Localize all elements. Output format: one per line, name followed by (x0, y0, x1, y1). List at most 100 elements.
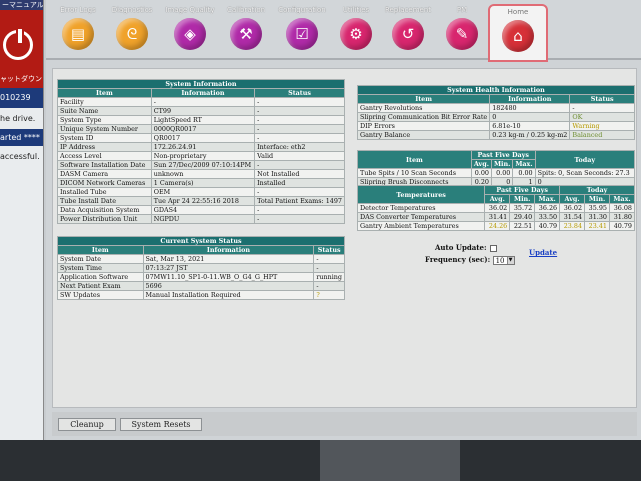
column-header: Today (534, 150, 636, 169)
table-row: DIP Errors 6.81e-10 Warning (356, 121, 635, 131)
table-row: Tube Install Date Tue Apr 24 22:55:16 201… (57, 196, 345, 206)
tool-image-quality[interactable]: Image Quality ◈ (160, 4, 220, 60)
table-cell: Detector Temperatures (356, 203, 486, 213)
temperatures-table: Temperatures Past Five Days Today Avg. M… (356, 185, 636, 231)
column-header: Status (254, 88, 345, 98)
table-row: Installed Tube OEM - (57, 187, 345, 197)
table-cell: Balanced (569, 130, 635, 140)
tool-calibration[interactable]: Calibration ⚒ (216, 4, 276, 60)
sub-header: Max. (608, 194, 636, 204)
table-cell: Valid (254, 151, 345, 161)
target-chart-icon[interactable]: ◈ (174, 18, 206, 50)
power-icon[interactable] (3, 27, 33, 60)
table-cell: - (254, 97, 345, 107)
table-cell: Tube Spits / 10 Scan Seconds (357, 168, 472, 178)
auto-update-label: Auto Update: (435, 243, 487, 252)
sub-header: Max. (512, 159, 536, 169)
table-cell: 23.41 (584, 221, 610, 231)
column-header: Item (57, 88, 152, 98)
tool-replacement[interactable]: Replacement ↺ (378, 4, 438, 60)
tool-diagnostics[interactable]: Diagnostics ᘓ (102, 4, 162, 60)
home-icon[interactable]: ⌂ (502, 20, 534, 52)
tool-configuration[interactable]: Configuration ☑ (272, 4, 332, 60)
table-cell: 0.23 kg-m / 0.25 kg-m2 (489, 130, 571, 140)
table-cell: Next Patient Exam (57, 281, 144, 291)
table-cell: Not Installed (254, 169, 345, 179)
tool-pm[interactable]: PM ✎ (432, 4, 492, 60)
table-cell: 5696 (142, 281, 315, 291)
table-cell: 23.84 (559, 221, 586, 231)
monitor-bezel (0, 440, 641, 481)
table-cell: OEM (150, 187, 256, 197)
table-row: Unique System Number 0000QR0017- (57, 124, 345, 134)
chevron-down-icon[interactable]: ▼ (506, 256, 514, 264)
table-cell: Data Acquisition System (57, 205, 152, 215)
table-cell: 6.81e-10 (489, 121, 571, 131)
table-cell: LightSpeed RT (150, 115, 256, 125)
table-body: Facility - - Suite Name CT99- System Type Ligh… (57, 97, 345, 224)
ledger-icon[interactable]: ▤ (62, 18, 94, 50)
table-row: DASM Camera unknown Not Installed (57, 169, 345, 179)
hammer-icon[interactable]: ⚒ (230, 18, 262, 50)
table-cell: - (313, 263, 345, 273)
tool-label: Configuration (278, 6, 326, 14)
table-cell: 0.00 (512, 168, 536, 178)
table-row: Gantry Ambient Temperatures 24.26 22.51 40.… (356, 221, 636, 231)
table-row: Access Level Non-proprietary Valid (57, 151, 345, 161)
table-cell: - (313, 281, 345, 291)
table-row: Gantry Revolutions 182480- (356, 103, 635, 113)
wrench-icon[interactable]: ↺ (392, 18, 424, 50)
table-cell: Warning (569, 121, 635, 131)
service-application-window: Error Logs ▤ Diagnostics ᘓ Image Quality… (44, 0, 641, 440)
table-cell: Sun 27/Dec/2009 07:10:14PM (150, 160, 256, 170)
table-row: Data Acquisition System GDAS4- (57, 205, 345, 215)
table-cell: - (254, 160, 345, 170)
table-row: Gantry Balance 0.23 kg-m / 0.25 kg-m2 Bala… (356, 130, 635, 140)
table-body: Gantry Revolutions 182480- Slipring Commun… (356, 103, 635, 140)
clipboard-icon[interactable]: ✎ (446, 18, 478, 50)
table-cell: 182480 (489, 103, 571, 113)
table-cell: Total Patient Exams: 1497 (254, 196, 345, 206)
table-cell: - (254, 205, 345, 215)
column-header: Information (489, 94, 571, 104)
column-header: Past Five Days (484, 185, 561, 195)
column-header: Item (357, 150, 472, 169)
cleanup-button[interactable]: Cleanup (58, 418, 116, 431)
table-cell: Suite Name (57, 106, 152, 116)
table-cell: 0 (489, 112, 571, 122)
column-header: Status (313, 245, 345, 255)
table-cell: DIP Errors (356, 121, 491, 131)
table-cell: 31.41 (484, 212, 511, 222)
shutdown-panel[interactable]: ーマニュアル ャットダウン (0, 0, 43, 88)
table-cell: DAS Converter Temperatures (356, 212, 486, 222)
table-row: Software Installation Date Sun 27/Dec/200… (57, 160, 345, 170)
frequency-select[interactable]: 10 ▼ (492, 255, 515, 265)
sub-header: Avg. (470, 159, 492, 169)
tool-home[interactable]: Home ⌂ (488, 4, 548, 62)
tool-error-logs[interactable]: Error Logs ▤ (48, 4, 108, 60)
column-header: Past Five Days (470, 150, 536, 160)
table-row: System ID QR0017- (57, 133, 345, 143)
checklist-icon[interactable]: ☑ (286, 18, 318, 50)
table-cell: 35.72 (509, 203, 536, 213)
table-cell: System Date (57, 254, 144, 264)
toolbox-icon[interactable]: ⚙ (340, 18, 372, 50)
table-cell: 36.26 (534, 203, 561, 213)
auto-update-checkbox[interactable] (489, 244, 497, 252)
table-cell: Spits: 0, Scan Seconds: 27.3 (534, 168, 636, 178)
table-cell: Installed Tube (57, 187, 152, 197)
tool-label: Home (507, 8, 529, 16)
table-cell: 35.95 (584, 203, 610, 213)
log-line: arted **** (0, 129, 43, 146)
table-cell: Software Installation Date (57, 160, 152, 170)
table-cell: Unique System Number (57, 124, 152, 134)
tool-utilities[interactable]: Utilities ⚙ (326, 4, 386, 60)
table-cell: System Type (57, 115, 152, 125)
update-link[interactable]: Update (529, 248, 557, 257)
tube-spits-table: Item Past Five Days Today Avg. Min. Max.… (357, 150, 636, 187)
tool-label: Image Quality (165, 6, 215, 14)
current-system-status-table: Current System Status Item Information S… (57, 236, 345, 300)
system-resets-button[interactable]: System Resets (120, 418, 202, 431)
table-cell: QR0017 (150, 133, 256, 143)
stethoscope-icon[interactable]: ᘓ (116, 18, 148, 50)
